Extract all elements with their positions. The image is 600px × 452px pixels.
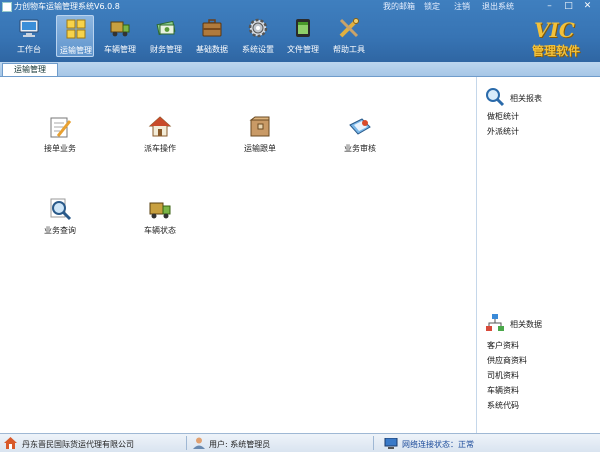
app-header: 力创物车运输管理系统V6.0.8 我的邮箱 锁定 注销 退出系统 – □ ✕ 工…	[0, 0, 600, 62]
vehicle-status-item[interactable]: 车辆状态	[130, 197, 190, 237]
window-title: 力创物车运输管理系统V6.0.8	[14, 2, 120, 11]
dispatch-house-icon	[148, 116, 172, 137]
function-label: 业务查询	[44, 226, 76, 235]
toolbar-vehicle-button[interactable]: 车辆管理	[101, 15, 139, 57]
section-title: 相关数据	[510, 320, 542, 329]
workbench-icon	[19, 19, 39, 37]
toolbar-label: 文件管理	[287, 45, 319, 54]
search-icon	[486, 88, 505, 107]
toolbar-label: 运输管理	[60, 46, 92, 55]
toolbar-workbench-button[interactable]: 工作台	[10, 15, 48, 57]
report-link[interactable]: 外派统计	[487, 126, 519, 137]
transport-tracking-item[interactable]: 运输跟单	[230, 115, 290, 155]
business-audit-item[interactable]: 业务审核	[330, 115, 390, 155]
function-label: 车辆状态	[144, 226, 176, 235]
lock-link[interactable]: 锁定	[424, 1, 440, 12]
magnifier-icon	[50, 198, 72, 221]
logo-subtitle: 管理软件	[532, 44, 581, 58]
tools-icon	[339, 18, 359, 38]
truck-icon	[110, 21, 130, 37]
data-link[interactable]: 供应商资料	[487, 355, 527, 366]
business-query-item[interactable]: 业务查询	[30, 197, 90, 237]
finance-icon	[156, 20, 176, 36]
toolbar-transport-button[interactable]: 运输管理	[56, 15, 94, 57]
current-user: 用户: 系统管理员	[209, 440, 271, 449]
exit-system-link[interactable]: 退出系统	[482, 1, 514, 12]
toolbar-finance-button[interactable]: 财务管理	[147, 15, 185, 57]
home-icon	[4, 437, 17, 449]
function-area: 接单业务 派车操作 运输跟单 业务审核 业务查询 车辆状态	[0, 77, 476, 433]
gear-icon	[248, 18, 268, 38]
app-icon	[2, 2, 12, 12]
data-link[interactable]: 司机资料	[487, 370, 519, 381]
mailbox-link[interactable]: 我的邮箱	[383, 1, 415, 12]
right-panel: 相关报表 做柜统计 外派统计 相关数据 客户资料 供应商资料 司机资料 车辆资料…	[476, 77, 600, 433]
order-business-item[interactable]: 接单业务	[30, 115, 90, 155]
network-tree-icon	[486, 314, 504, 331]
dispatch-item[interactable]: 派车操作	[130, 115, 190, 155]
user-icon	[193, 437, 205, 449]
cargo-box-icon	[249, 116, 270, 137]
logo-brand: VIC	[534, 18, 575, 42]
toolbar-files-button[interactable]: 文件管理	[284, 15, 322, 57]
vehicle-status-icon	[149, 202, 171, 219]
title-bar: 力创物车运输管理系统V6.0.8 我的邮箱 锁定 注销 退出系统 – □ ✕	[0, 0, 600, 14]
toolbar-label: 帮助工具	[333, 45, 365, 54]
data-link[interactable]: 车辆资料	[487, 385, 519, 396]
toolbar-label: 财务管理	[150, 45, 182, 54]
file-icon	[296, 19, 310, 37]
tab-strip: 运输管理	[0, 62, 600, 77]
toolbar-label: 基础数据	[196, 45, 228, 54]
maximize-button[interactable]: □	[561, 1, 576, 12]
function-label: 接单业务	[44, 144, 76, 153]
function-label: 业务审核	[344, 144, 376, 153]
brand-logo: VIC 管理软件	[530, 18, 594, 58]
user-segment: 用户: 系统管理员	[193, 434, 363, 452]
tab-transport[interactable]: 运输管理	[2, 63, 58, 76]
logout-link[interactable]: 注销	[454, 1, 470, 12]
company-name: 丹东晋民国际货运代理有限公司	[22, 440, 134, 449]
network-icon	[384, 438, 398, 449]
transport-icon	[66, 19, 86, 39]
company-segment: 丹东晋民国际货运代理有限公司	[4, 434, 184, 452]
toolbar-label: 系统设置	[242, 45, 274, 54]
toolbar-help-button[interactable]: 帮助工具	[330, 15, 368, 57]
status-divider	[186, 436, 187, 450]
function-label: 运输跟单	[244, 144, 276, 153]
network-segment: 网络连接状态：正常	[384, 434, 504, 452]
toolbar-label: 工作台	[17, 45, 41, 54]
data-link[interactable]: 系统代码	[487, 400, 519, 411]
data-link[interactable]: 客户资料	[487, 340, 519, 351]
status-divider	[373, 436, 374, 450]
close-button[interactable]: ✕	[580, 1, 595, 12]
minimize-button[interactable]: –	[542, 1, 557, 12]
toolbar-settings-button[interactable]: 系统设置	[239, 15, 277, 57]
briefcase-icon	[202, 19, 222, 37]
toolbar-label: 车辆管理	[104, 45, 136, 54]
toolbar-basedata-button[interactable]: 基础数据	[193, 15, 231, 57]
report-link[interactable]: 做柜统计	[487, 111, 519, 122]
status-bar: 丹东晋民国际货运代理有限公司 用户: 系统管理员 网络连接状态：正常	[0, 433, 600, 452]
order-edit-icon	[50, 117, 72, 138]
section-title: 相关报表	[510, 94, 542, 103]
function-label: 派车操作	[144, 144, 176, 153]
audit-icon	[349, 118, 371, 135]
network-status: 网络连接状态：正常	[402, 440, 474, 449]
